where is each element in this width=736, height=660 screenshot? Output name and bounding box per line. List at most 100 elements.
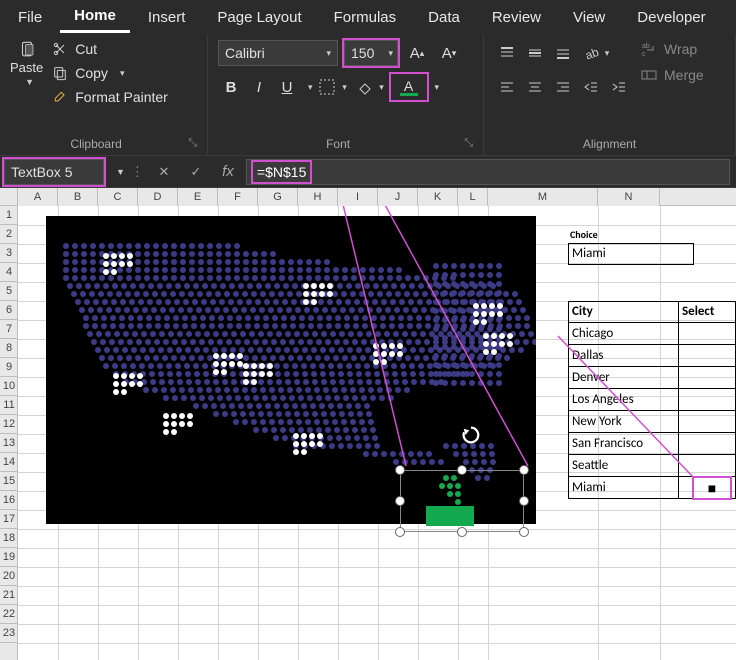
- fill-color-button[interactable]: ▾: [353, 74, 389, 100]
- resize-handle[interactable]: [457, 527, 467, 537]
- name-box[interactable]: TextBox 5: [4, 159, 104, 185]
- menu-insert[interactable]: Insert: [134, 3, 200, 32]
- col-header-K[interactable]: K: [418, 188, 458, 206]
- font-name-select[interactable]: Calibri ▾: [218, 40, 338, 66]
- row-header-4[interactable]: 4: [0, 263, 18, 282]
- row-header-23[interactable]: 23: [0, 624, 18, 643]
- resize-handle[interactable]: [519, 496, 529, 506]
- menu-home[interactable]: Home: [60, 1, 130, 33]
- menu-file[interactable]: File: [4, 3, 56, 32]
- bold-button[interactable]: B: [218, 74, 244, 100]
- city-header: City: [572, 304, 593, 319]
- row-header-20[interactable]: 20: [0, 567, 18, 586]
- decrease-font-button[interactable]: A▾: [436, 40, 462, 66]
- menu-data[interactable]: Data: [414, 3, 474, 32]
- col-header-D[interactable]: D: [138, 188, 178, 206]
- merge-button[interactable]: Merge: [640, 66, 704, 84]
- col-header-F[interactable]: F: [218, 188, 258, 206]
- row-header-8[interactable]: 8: [0, 339, 18, 358]
- resize-handle[interactable]: [519, 527, 529, 537]
- align-right-button[interactable]: [550, 74, 576, 100]
- resize-handle[interactable]: [395, 496, 405, 506]
- orientation-button[interactable]: ab▾: [578, 40, 614, 66]
- col-header-E[interactable]: E: [178, 188, 218, 206]
- row-header-22[interactable]: 22: [0, 605, 18, 624]
- row-header-9[interactable]: 9: [0, 358, 18, 377]
- col-header-M[interactable]: M: [488, 188, 598, 206]
- chevron-down-icon[interactable]: ▼: [116, 167, 125, 177]
- accept-formula-button[interactable]: ✓: [184, 159, 208, 185]
- row-header-15[interactable]: 15: [0, 472, 18, 491]
- row-header-21[interactable]: 21: [0, 586, 18, 605]
- col-header-A[interactable]: A: [18, 188, 58, 206]
- decrease-indent-button[interactable]: [578, 74, 604, 100]
- borders-button[interactable]: ▾: [315, 74, 351, 100]
- col-header-I[interactable]: I: [338, 188, 378, 206]
- chevron-down-icon[interactable]: ▾: [435, 82, 440, 93]
- row-header-14[interactable]: 14: [0, 453, 18, 472]
- menu-review[interactable]: Review: [478, 3, 555, 32]
- col-header-H[interactable]: H: [298, 188, 338, 206]
- copy-button[interactable]: Copy ▾: [51, 64, 168, 82]
- cut-button[interactable]: Cut: [51, 40, 168, 58]
- resize-handle[interactable]: [395, 465, 405, 475]
- row-header-7[interactable]: 7: [0, 320, 18, 339]
- col-header-G[interactable]: G: [258, 188, 298, 206]
- menu-page-layout[interactable]: Page Layout: [203, 3, 315, 32]
- row-header-6[interactable]: 6: [0, 301, 18, 320]
- align-center-button[interactable]: [522, 74, 548, 100]
- row-header-10[interactable]: 10: [0, 377, 18, 396]
- dialog-launcher-icon[interactable]: ⤡: [464, 137, 473, 150]
- col-header-J[interactable]: J: [378, 188, 418, 206]
- align-left-button[interactable]: [494, 74, 520, 100]
- row-header-13[interactable]: 13: [0, 434, 18, 453]
- row-header-12[interactable]: 12: [0, 415, 18, 434]
- row-header-18[interactable]: 18: [0, 529, 18, 548]
- row-header-1[interactable]: 1: [0, 206, 18, 225]
- select-all-corner[interactable]: [0, 188, 18, 206]
- chevron-down-icon[interactable]: ▼: [25, 77, 34, 87]
- increase-font-button[interactable]: A▴: [404, 40, 430, 66]
- wrap-text-button[interactable]: abc Wrap: [640, 40, 704, 58]
- row-header-19[interactable]: 19: [0, 548, 18, 567]
- font-color-button[interactable]: A: [391, 74, 427, 100]
- menu-formulas[interactable]: Formulas: [320, 3, 411, 32]
- italic-button[interactable]: I: [246, 74, 272, 100]
- col-header-B[interactable]: B: [58, 188, 98, 206]
- copy-icon: [51, 64, 69, 82]
- format-painter-button[interactable]: Format Painter: [51, 88, 168, 106]
- grid-body[interactable]: Choice Miami City Select ChicagoDallasDe…: [18, 206, 736, 660]
- increase-indent-button[interactable]: [606, 74, 632, 100]
- row-header-17[interactable]: 17: [0, 510, 18, 529]
- chevron-down-icon[interactable]: ▾: [308, 82, 313, 93]
- col-header-C[interactable]: C: [98, 188, 138, 206]
- resize-handle[interactable]: [395, 527, 405, 537]
- align-bottom-button[interactable]: [550, 40, 576, 66]
- rotate-handle-icon[interactable]: [460, 424, 482, 446]
- formula-input[interactable]: =$N$15: [246, 159, 730, 185]
- chevron-down-icon[interactable]: ▾: [120, 68, 125, 79]
- dialog-launcher-icon[interactable]: ⤡: [188, 137, 197, 150]
- row-header-16[interactable]: 16: [0, 491, 18, 510]
- align-top-button[interactable]: [494, 40, 520, 66]
- menu-view[interactable]: View: [559, 3, 619, 32]
- align-middle-button[interactable]: [522, 40, 548, 66]
- paste-button[interactable]: Paste ▼: [10, 40, 43, 87]
- choice-value[interactable]: Miami: [572, 246, 606, 261]
- underline-button[interactable]: U: [274, 74, 300, 100]
- resize-handle[interactable]: [519, 465, 529, 475]
- cancel-formula-button[interactable]: ✕: [152, 159, 176, 185]
- row-header-11[interactable]: 11: [0, 396, 18, 415]
- row-header-5[interactable]: 5: [0, 282, 18, 301]
- cell-n15[interactable]: ■: [694, 478, 730, 498]
- col-header-N[interactable]: N: [598, 188, 660, 206]
- resize-handle[interactable]: [457, 465, 467, 475]
- row-header-2[interactable]: 2: [0, 225, 18, 244]
- row-header-3[interactable]: 3: [0, 244, 18, 263]
- menu-developer[interactable]: Developer: [623, 3, 719, 32]
- col-header-L[interactable]: L: [458, 188, 488, 206]
- svg-text:c: c: [642, 51, 646, 57]
- chevron-down-icon: ▾: [326, 48, 331, 59]
- font-size-select[interactable]: 150 ▾: [344, 40, 398, 66]
- fx-button[interactable]: fx: [216, 159, 240, 185]
